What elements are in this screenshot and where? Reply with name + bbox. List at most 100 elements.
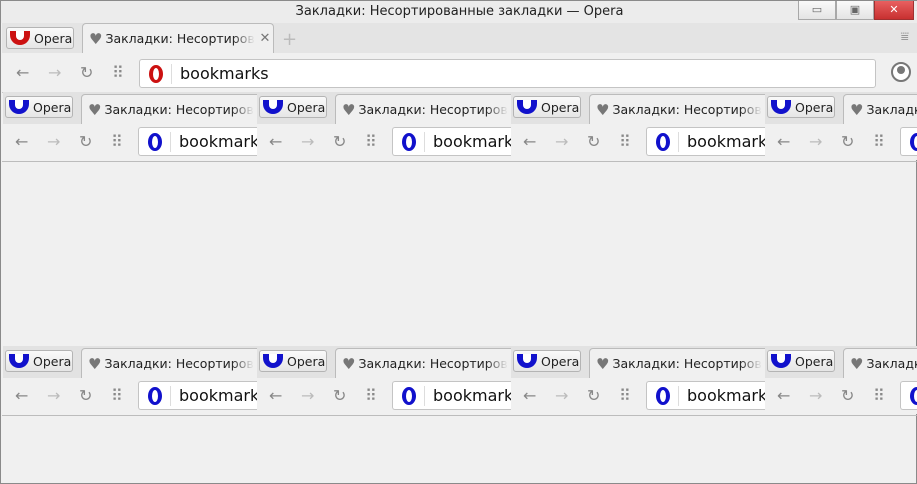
opera-menu-button[interactable]: Opera [767, 96, 835, 118]
reload-icon[interactable]: ↻ [333, 132, 346, 151]
reload-icon[interactable]: ↻ [79, 132, 92, 151]
reload-icon[interactable]: ↻ [841, 132, 854, 151]
opera-menu-button[interactable]: Opera [5, 96, 73, 118]
navigation-toolbar: ← → ↻ ⠿ bookmarks [2, 53, 917, 93]
forward-icon[interactable]: → [301, 132, 314, 151]
tab-bookmarks[interactable]: ♥Закладки: Несортированные закладки [335, 348, 511, 378]
speed-dial-icon[interactable]: ⠿ [365, 386, 377, 405]
reload-icon[interactable]: ↻ [841, 386, 854, 405]
tab-strip: Opera ♥Закладки: Несортированные закладк… [257, 92, 511, 124]
opera-site-icon [148, 132, 162, 151]
back-icon[interactable]: ← [269, 386, 282, 405]
reload-icon[interactable]: ↻ [587, 132, 600, 151]
maximize-button[interactable]: ▣ [836, 1, 874, 20]
tab-bookmarks[interactable]: ♥Закладки: Несортированные закладки [335, 94, 511, 124]
reload-icon[interactable]: ↻ [333, 386, 346, 405]
opera-label: Opera [795, 99, 834, 115]
tab-title: Закладки: Несортированные закладки [612, 102, 762, 117]
address-bar[interactable]: bookmarks [900, 381, 917, 410]
address-bar[interactable]: bookmarks [646, 381, 765, 410]
address-bar[interactable]: bookmarks [392, 381, 511, 410]
forward-icon[interactable]: → [47, 386, 60, 405]
back-icon[interactable]: ← [15, 386, 28, 405]
rendering-artifact-tile: Opera ♥Закладки: Несортированные закладк… [511, 346, 765, 414]
url-text[interactable]: bookmarks [433, 386, 511, 405]
opera-menu-button[interactable]: Opera [5, 350, 73, 372]
tab-bookmarks[interactable]: ♥Закладки: Несортированные закладки ✕ [82, 23, 274, 53]
close-tab-icon[interactable]: ✕ [259, 31, 270, 46]
opera-label: Opera [541, 353, 580, 369]
url-text[interactable]: bookmarks [687, 386, 765, 405]
forward-icon[interactable]: → [48, 63, 61, 82]
address-bar[interactable]: bookmarks [392, 127, 511, 156]
opera-menu-button[interactable]: Opera [513, 96, 581, 118]
tab-strip: Opera ♥Закладки: Несортированные закладк… [3, 346, 257, 378]
back-icon[interactable]: ← [15, 132, 28, 151]
tab-bookmarks[interactable]: ♥Закладки: Несортированные закладки [81, 348, 257, 378]
speed-dial-icon[interactable]: ⠿ [873, 132, 885, 151]
opera-site-icon [656, 132, 670, 151]
reload-icon[interactable]: ↻ [79, 386, 92, 405]
tab-bookmarks[interactable]: ♥Закладки: Несортированные закладки [589, 94, 765, 124]
tab-menu-icon[interactable]: ⩸ [900, 29, 909, 45]
back-icon[interactable]: ← [16, 63, 29, 82]
tab-title: Закладки: Несортированные закладки [104, 102, 254, 117]
opera-menu-button[interactable]: Opera [259, 96, 327, 118]
url-text[interactable]: bookmarks [179, 132, 257, 151]
rendering-artifact-tile: Opera ♥Закладки: Несортированные закладк… [257, 346, 511, 414]
reload-icon[interactable]: ↻ [587, 386, 600, 405]
address-bar[interactable]: bookmarks [900, 127, 917, 156]
tab-bookmarks[interactable]: ♥Закладки: Несортированные закладки [589, 348, 765, 378]
url-text[interactable]: bookmarks [433, 132, 511, 151]
back-icon[interactable]: ← [523, 132, 536, 151]
forward-icon[interactable]: → [47, 132, 60, 151]
forward-icon[interactable]: → [555, 386, 568, 405]
speed-dial-icon[interactable]: ⠿ [365, 132, 377, 151]
tab-strip: Opera ♥Закладки: Несортированные закладк… [511, 346, 765, 378]
minimize-button[interactable]: ▭ [798, 1, 836, 20]
opera-menu-button[interactable]: Opera [767, 350, 835, 372]
back-icon[interactable]: ← [523, 386, 536, 405]
speed-dial-icon[interactable]: ⠿ [619, 386, 631, 405]
forward-icon[interactable]: → [809, 386, 822, 405]
url-text[interactable]: bookmarks [179, 386, 257, 405]
address-bar[interactable]: bookmarks [138, 127, 257, 156]
tab-title: Закладки: Несортированные закладки [866, 356, 917, 371]
forward-icon[interactable]: → [555, 132, 568, 151]
navigation-toolbar: ← → ↻ ⠿ bookmarks [257, 378, 511, 414]
opera-logo-icon [9, 100, 29, 114]
opera-menu-button[interactable]: Opera [259, 350, 327, 372]
back-icon[interactable]: ← [777, 386, 790, 405]
tab-bookmarks[interactable]: ♥Закладки: Несортированные закладки [843, 348, 917, 378]
new-tab-button[interactable]: + [282, 29, 297, 50]
account-icon[interactable] [891, 62, 911, 82]
opera-label: Opera [33, 353, 72, 369]
opera-menu-button[interactable]: Opera [6, 27, 74, 49]
address-bar[interactable]: bookmarks [646, 127, 765, 156]
close-window-button[interactable]: ✕ [874, 1, 914, 20]
forward-icon[interactable]: → [301, 386, 314, 405]
tab-strip: Opera ♥Закладки: Несортированные закладк… [2, 23, 917, 53]
back-icon[interactable]: ← [777, 132, 790, 151]
opera-logo-icon [263, 100, 283, 114]
speed-dial-icon[interactable]: ⠿ [112, 63, 124, 82]
back-icon[interactable]: ← [269, 132, 282, 151]
url-text[interactable]: bookmarks [687, 132, 765, 151]
opera-label: Opera [33, 99, 72, 115]
speed-dial-icon[interactable]: ⠿ [111, 132, 123, 151]
heart-icon: ♥ [342, 354, 356, 373]
url-text[interactable]: bookmarks [180, 64, 269, 83]
tab-bookmarks[interactable]: ♥Закладки: Несортированные закладки [843, 94, 917, 124]
heart-icon: ♥ [596, 354, 610, 373]
opera-menu-button[interactable]: Opera [513, 350, 581, 372]
reload-icon[interactable]: ↻ [80, 63, 93, 82]
forward-icon[interactable]: → [809, 132, 822, 151]
heart-icon: ♥ [850, 354, 864, 373]
address-bar[interactable]: bookmarks [138, 381, 257, 410]
speed-dial-icon[interactable]: ⠿ [873, 386, 885, 405]
tab-bookmarks[interactable]: ♥Закладки: Несортированные закладки [81, 94, 257, 124]
speed-dial-icon[interactable]: ⠿ [619, 132, 631, 151]
speed-dial-icon[interactable]: ⠿ [111, 386, 123, 405]
tab-title: Закладки: Несортированные закладки [358, 356, 508, 371]
address-bar[interactable]: bookmarks [139, 59, 876, 88]
